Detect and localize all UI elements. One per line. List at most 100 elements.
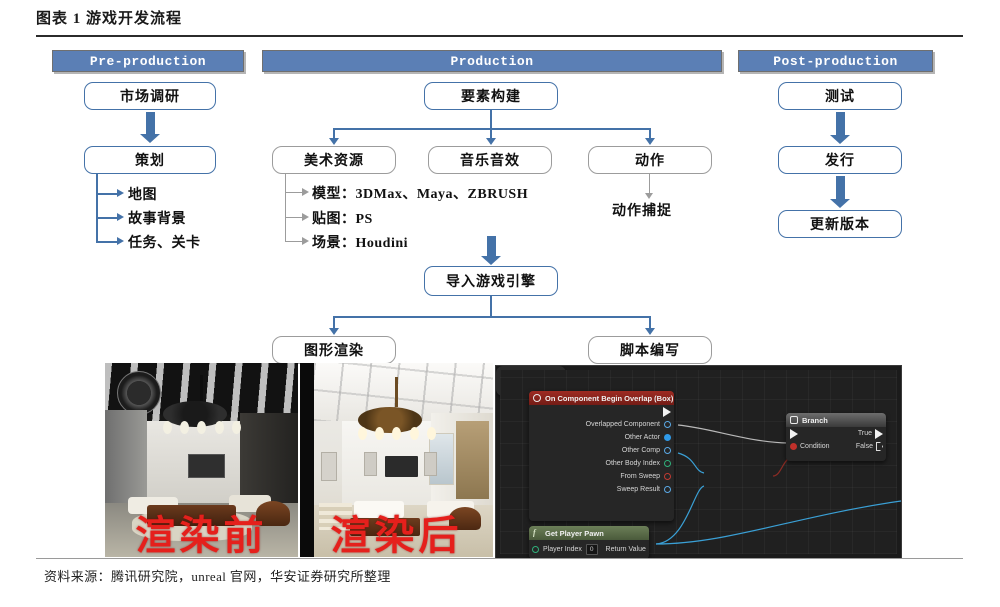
import-stem	[490, 296, 492, 316]
page-title: 图表 1 游戏开发流程	[36, 11, 183, 27]
blueprint-pin-row[interactable]: Other Body Index	[529, 457, 674, 470]
blueprint-pin-row[interactable]: From Sweep	[529, 470, 674, 483]
bool-pin-icon[interactable]	[790, 443, 797, 450]
box-market-research: 市场调研	[84, 82, 216, 110]
pin-label: Sweep Result	[616, 486, 660, 493]
render-before-image: 渲染前	[105, 363, 298, 557]
pin-label: Player Index	[543, 546, 582, 553]
box-elements-construction: 要素构建	[424, 82, 558, 110]
pin-label: From Sweep	[620, 473, 660, 480]
player-index-input[interactable]: 0	[585, 544, 598, 555]
blueprint-node-branch[interactable]: Branch True Condition False	[786, 413, 886, 461]
box-planning: 策划	[84, 146, 216, 174]
struct-pin-icon[interactable]	[664, 486, 671, 493]
function-icon: f	[533, 528, 536, 537]
object-pin-icon[interactable]	[664, 434, 671, 441]
planning-branch-3	[96, 241, 118, 243]
blueprint-pin-row[interactable]: Other Actor	[529, 431, 674, 444]
blueprint-node-get-player-pawn[interactable]: f Get Player Pawn Player Index 0 Return …	[529, 526, 649, 558]
event-icon	[533, 394, 541, 402]
motion-arrowhead	[645, 193, 653, 199]
pin-label: False	[855, 443, 873, 450]
figure-container: 图表 1 游戏开发流程 Pre-production Production Po…	[0, 0, 1000, 607]
blueprint-node-begin-overlap[interactable]: On Component Begin Overlap (Box) Overlap…	[529, 391, 674, 521]
render-before-label: 渲染前	[135, 513, 268, 557]
art-arrowhead-2	[302, 213, 309, 221]
phase-header-production: Production	[262, 50, 722, 72]
int-pin-icon[interactable]	[532, 546, 539, 553]
arrowhead-script	[645, 328, 655, 335]
arrowhead-audio	[486, 138, 496, 145]
planning-branch-1	[96, 193, 118, 195]
box-update-version: 更新版本	[778, 210, 902, 238]
int-pin-icon[interactable]	[664, 460, 671, 467]
pin-label: Overlapped Component	[585, 421, 660, 428]
phase-header-post-production: Post-production	[738, 50, 933, 72]
box-motion: 动作	[588, 146, 712, 174]
object-pin-icon[interactable]	[664, 421, 671, 428]
branch-icon	[790, 416, 798, 424]
art-branch-1	[285, 192, 303, 194]
blueprint-pin-row[interactable]: Condition False	[786, 440, 886, 453]
art-branch-2	[285, 217, 303, 219]
node-title: On Component Begin Overlap (Box)	[545, 393, 674, 403]
render-after-image: 渲染后	[300, 363, 493, 557]
source-rule	[36, 558, 963, 559]
arrow-publish-to-update	[830, 176, 850, 208]
exec-false-icon[interactable]	[876, 442, 883, 451]
import-bus	[333, 316, 650, 318]
blueprint-pin-row[interactable]: Other Comp	[529, 444, 674, 457]
box-script-writing: 脚本编写	[588, 336, 712, 364]
art-branch-3	[285, 241, 303, 243]
phase-header-pre-production: Pre-production	[52, 50, 244, 72]
blueprint-pin-exec[interactable]	[529, 405, 674, 418]
blueprint-pin-row[interactable]: Sweep Result	[529, 483, 674, 496]
motion-capture-label: 动作捕捉	[612, 204, 672, 219]
blueprint-pin-row[interactable]: True	[786, 427, 886, 440]
planning-item-story: 故事背景	[128, 212, 186, 227]
exec-in-icon[interactable]	[790, 428, 798, 439]
bool-pin-icon[interactable]	[664, 473, 671, 480]
watermark-logo-icon	[116, 370, 161, 415]
arrowhead-render	[329, 328, 339, 335]
box-test: 测试	[778, 82, 902, 110]
pin-label: Return Value	[605, 546, 646, 553]
planning-arrowhead-3	[117, 237, 124, 245]
elements-stem	[490, 110, 492, 128]
box-import-game-engine: 导入游戏引擎	[424, 266, 558, 296]
exec-out-icon	[663, 406, 671, 417]
planning-item-quest: 任务、关卡	[128, 236, 201, 251]
pin-label: Other Comp	[621, 447, 660, 454]
box-art-resources: 美术资源	[272, 146, 396, 174]
box-publish: 发行	[778, 146, 902, 174]
blueprint-pin-row[interactable]: Player Index 0 Return Value	[529, 540, 649, 558]
art-item-model: 模型：3DMax、Maya、ZBRUSH	[312, 187, 529, 202]
title-rule	[36, 35, 963, 37]
chandelier-icon	[357, 376, 436, 443]
planning-branch-2	[96, 217, 118, 219]
node-title: Branch	[802, 415, 828, 425]
object-pin-icon[interactable]	[664, 447, 671, 454]
arrow-to-import-engine	[481, 236, 501, 265]
unreal-blueprint-panel: On Component Begin Overlap (Box) Overlap…	[495, 365, 902, 559]
blueprint-pin-row[interactable]: Overlapped Component	[529, 418, 674, 431]
exec-true-icon[interactable]	[875, 428, 883, 439]
planning-arrowhead-1	[117, 189, 124, 197]
arrow-test-to-publish	[830, 112, 850, 144]
box-graphics-render: 图形渲染	[272, 336, 396, 364]
chandelier-icon	[162, 374, 241, 437]
box-audio-sfx: 音乐音效	[428, 146, 552, 174]
render-after-label: 渲染后	[330, 513, 463, 557]
art-arrowhead-3	[302, 237, 309, 245]
planning-bracket-vertical	[96, 174, 98, 242]
pin-label: Other Actor	[624, 434, 660, 441]
art-item-texture: 贴图：PS	[312, 212, 373, 227]
arrowhead-art	[329, 138, 339, 145]
arrow-market-to-planning	[140, 112, 160, 143]
motion-stem	[649, 174, 651, 194]
art-bracket-vertical	[285, 174, 287, 242]
art-arrowhead-1	[302, 188, 309, 196]
planning-item-map: 地图	[128, 188, 157, 203]
art-item-scene: 场景：Houdini	[312, 236, 409, 251]
pin-label: True	[857, 430, 872, 437]
